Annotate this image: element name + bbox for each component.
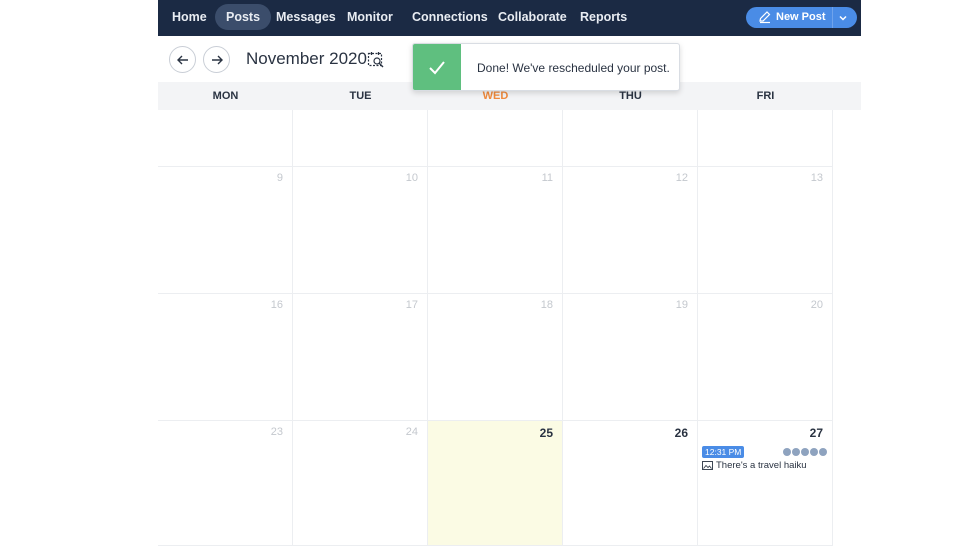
prev-month-button[interactable] xyxy=(169,46,196,73)
pencil-icon xyxy=(759,11,771,24)
calendar-day-cell[interactable]: 20 xyxy=(698,294,833,421)
calendar-day-cell[interactable]: 25 xyxy=(428,421,563,546)
toast-notification: Done! We've rescheduled your post. xyxy=(412,43,680,91)
chevron-down-icon[interactable] xyxy=(837,12,849,24)
day-number: 23 xyxy=(270,426,283,438)
day-number: 12 xyxy=(675,172,688,184)
toast-status xyxy=(413,44,461,90)
calendar-day-cell[interactable] xyxy=(698,110,833,167)
calendar-day-cell[interactable]: 24 xyxy=(293,421,428,546)
next-month-button[interactable] xyxy=(203,46,230,73)
calendar-day-cell[interactable] xyxy=(563,110,698,167)
calendar-search-icon[interactable] xyxy=(367,51,385,69)
day-number: 25 xyxy=(539,426,553,440)
calendar-day-cell[interactable]: 18 xyxy=(428,294,563,421)
post-time-badge[interactable]: 12:31 PM xyxy=(702,446,745,458)
day-number: 20 xyxy=(810,299,823,311)
check-icon xyxy=(429,61,445,75)
day-number: 11 xyxy=(541,172,553,184)
calendar-day-cell[interactable] xyxy=(293,110,428,167)
calendar-day-cell[interactable]: 13 xyxy=(698,167,833,294)
day-number: 17 xyxy=(405,299,418,311)
calendar-day-cell[interactable]: 26 xyxy=(563,421,698,546)
new-post-button[interactable]: New Post xyxy=(746,7,857,28)
calendar-day-cell[interactable]: 12 xyxy=(563,167,698,294)
nav-reports[interactable]: Reports xyxy=(569,4,638,30)
instagram-icon xyxy=(801,448,809,456)
app-window: Home Posts Messages Monitor Connections … xyxy=(158,0,861,546)
day-number: 9 xyxy=(276,172,283,184)
new-post-label: New Post xyxy=(776,11,826,23)
post-networks xyxy=(783,448,828,456)
day-number: 18 xyxy=(540,299,553,311)
new-post-divider xyxy=(832,7,833,28)
weekday-mon: MON xyxy=(212,90,239,102)
calendar-day-cell[interactable]: 9 xyxy=(158,167,293,294)
day-number: 24 xyxy=(405,426,418,438)
calendar-day-cell[interactable]: 16 xyxy=(158,294,293,421)
nav-home[interactable]: Home xyxy=(161,4,218,30)
youtube-icon xyxy=(819,448,827,456)
day-number: 10 xyxy=(405,172,418,184)
calendar-day-cell[interactable]: 27 12:31 PM There's a travel haiku xyxy=(698,421,833,546)
nav-connections[interactable]: Connections xyxy=(401,4,499,30)
top-navigation: Home Posts Messages Monitor Connections … xyxy=(158,0,861,36)
facebook-icon xyxy=(783,448,791,456)
nav-posts[interactable]: Posts xyxy=(215,4,272,30)
day-number: 19 xyxy=(675,299,688,311)
month-title: November 2020 xyxy=(246,49,367,68)
arrow-left-icon xyxy=(177,55,188,65)
calendar-day-cell[interactable]: 23 xyxy=(158,421,293,546)
calendar-day-cell[interactable] xyxy=(428,110,563,167)
calendar-day-cell[interactable]: 17 xyxy=(293,294,428,421)
calendar-day-cell[interactable]: 19 xyxy=(563,294,698,421)
calendar-day-cell[interactable] xyxy=(158,110,293,167)
calendar-grid: 9 10 11 12 13 16 17 18 19 20 23 24 25 26 27 12:31 PM The… xyxy=(158,110,861,546)
arrow-right-icon xyxy=(212,55,223,65)
weekday-fri: FRI xyxy=(756,90,775,102)
day-number: 27 xyxy=(809,426,823,440)
day-number: 26 xyxy=(674,426,688,440)
weekday-tue: TUE xyxy=(349,90,372,102)
nav-messages[interactable]: Messages xyxy=(265,4,347,30)
calendar-day-cell[interactable]: 11 xyxy=(428,167,563,294)
image-icon xyxy=(702,461,713,470)
toast-message: Done! We've rescheduled your post. xyxy=(477,61,670,75)
day-number: 13 xyxy=(810,172,823,184)
twitter-icon xyxy=(792,448,800,456)
nav-monitor[interactable]: Monitor xyxy=(336,4,404,30)
linkedin-icon xyxy=(810,448,818,456)
nav-collaborate[interactable]: Collaborate xyxy=(487,4,578,30)
day-number: 16 xyxy=(270,299,283,311)
calendar-day-cell[interactable]: 10 xyxy=(293,167,428,294)
post-title[interactable]: There's a travel haiku xyxy=(716,460,807,471)
